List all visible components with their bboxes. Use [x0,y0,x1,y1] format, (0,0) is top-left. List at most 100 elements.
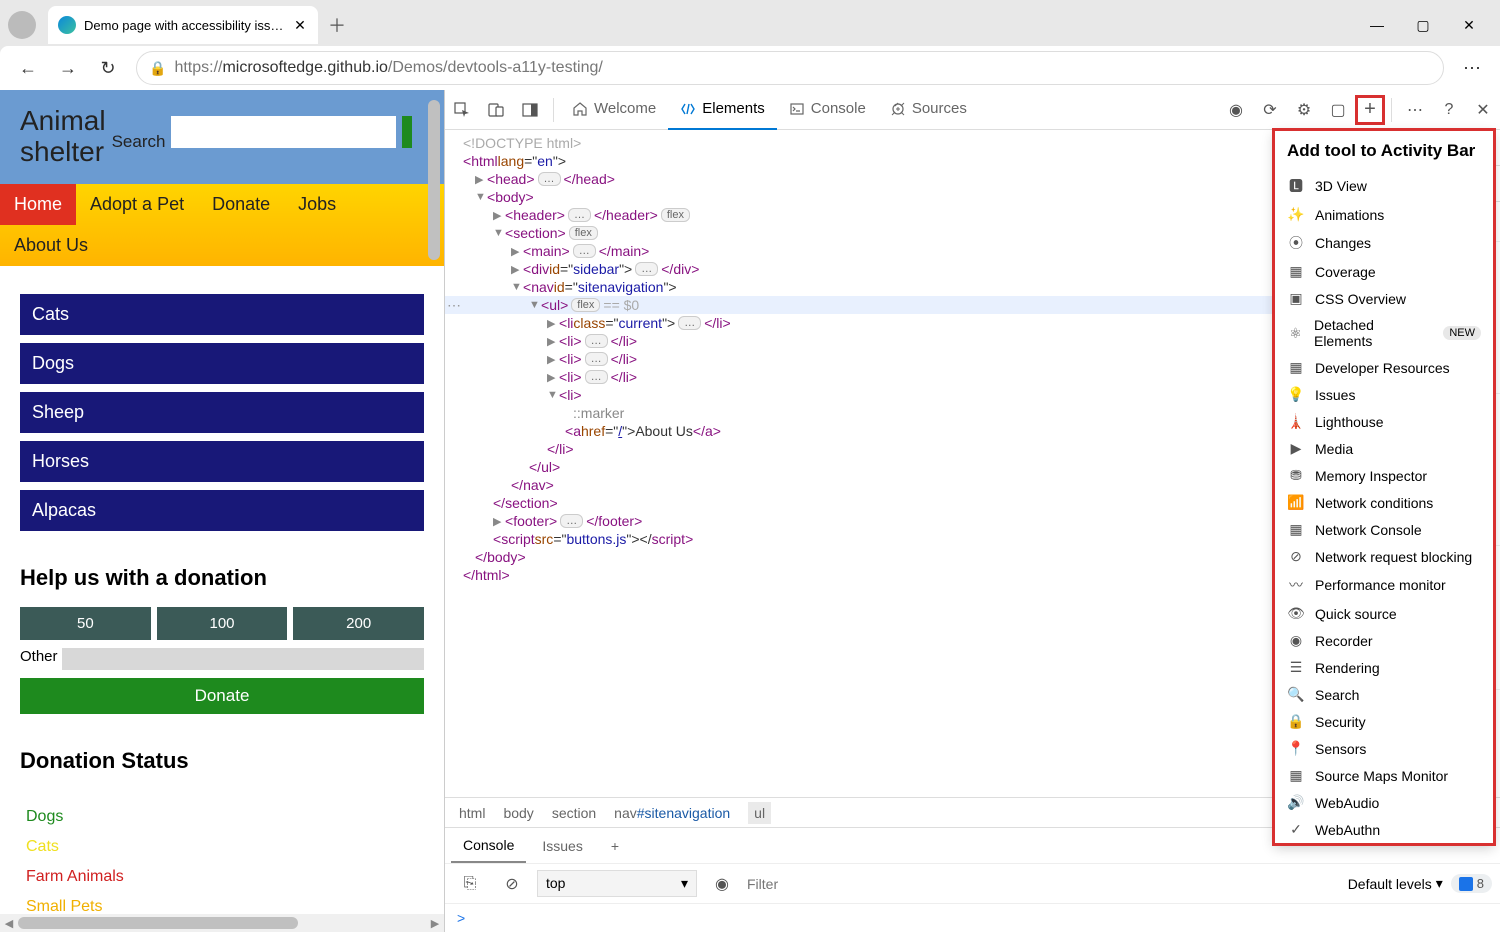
wifi-icon[interactable]: ◉ [1219,90,1253,130]
url-text: https://microsoftedge.github.io/Demos/de… [174,59,602,77]
tool-icon: 👁 [1287,605,1305,622]
tool-icon: ▦ [1287,359,1305,376]
tool-icon: ▦ [1287,767,1305,784]
tool-menu-item[interactable]: 💡Issues [1275,381,1493,408]
app-icon[interactable]: ▢ [1321,90,1355,130]
tool-menu-item[interactable]: ▦Network Console [1275,516,1493,543]
donation-amount-button[interactable]: 50 [20,607,151,640]
new-tab-button[interactable]: ＋ [322,10,352,40]
close-tab-icon[interactable]: ✕ [292,17,308,33]
tab-welcome[interactable]: Welcome [560,90,668,130]
tool-menu-item[interactable]: 👁Quick source [1275,600,1493,627]
back-button[interactable]: ← [10,50,46,86]
page-content: Animalshelter Search HomeAdopt a PetDona… [0,90,444,932]
tab-elements[interactable]: Elements [668,90,777,130]
maximize-icon[interactable]: ▢ [1400,9,1446,41]
tool-menu-item[interactable]: ⚛Detached ElementsNEW [1275,312,1493,354]
nav-item[interactable]: Adopt a Pet [76,184,198,225]
sidebar-toggle-icon[interactable]: ⎘ [453,864,487,904]
dom-tree[interactable]: <!DOCTYPE html> <html lang="en"> ▶<head>… [445,130,1412,797]
tool-menu-item[interactable]: ▦Developer Resources [1275,354,1493,381]
search-input[interactable] [171,116,396,148]
minimize-icon[interactable]: — [1354,9,1400,41]
tool-menu-item[interactable]: ✨Animations [1275,201,1493,228]
tool-menu-item[interactable]: ▣CSS Overview [1275,285,1493,312]
tab-console[interactable]: Console [777,90,878,130]
dock-icon[interactable] [513,90,547,130]
tool-menu-item[interactable]: ◉Recorder [1275,627,1493,654]
tool-menu-item[interactable]: ⊘Network request blocking [1275,543,1493,570]
device-icon[interactable] [479,90,513,130]
console-filter-input[interactable] [747,876,887,892]
gear-icon[interactable]: ⚙ [1287,90,1321,130]
donation-amount-button[interactable]: 200 [293,607,424,640]
more-icon[interactable]: ⋯ [1398,90,1432,130]
drawer-console-tab[interactable]: Console [451,829,526,863]
scope-select[interactable]: top▾ [537,870,697,897]
tool-menu-item[interactable]: ▶Media [1275,435,1493,462]
donation-amount-button[interactable]: 100 [157,607,288,640]
tool-menu-item[interactable]: ▦Coverage [1275,258,1493,285]
tool-menu-item[interactable]: 🔒Security [1275,708,1493,735]
refresh-button[interactable]: ↻ [90,50,126,86]
donation-header: Help us with a donation [20,565,424,591]
donate-button[interactable]: Donate [20,678,424,714]
tool-menu-item[interactable]: 🔊WebAudio [1275,789,1493,816]
address-bar[interactable]: 🔒 https://microsoftedge.github.io/Demos/… [136,51,1444,85]
tool-menu-item[interactable]: 🅻3D View [1275,171,1493,201]
help-icon[interactable]: ? [1432,90,1466,130]
tool-menu-item[interactable]: ✓WebAuthn [1275,816,1493,843]
clear-console-icon[interactable]: ⊘ [495,864,529,904]
status-item: Dogs [20,802,424,832]
tool-menu-item[interactable]: 📶Network conditions [1275,489,1493,516]
tool-icon: ☰ [1287,659,1305,676]
tool-menu-item[interactable]: 🔍Search [1275,681,1493,708]
tool-icon: 📶 [1287,494,1305,511]
tool-icon: ▣ [1287,290,1305,307]
issues-count[interactable]: 8 [1451,874,1492,893]
inspect-icon[interactable] [445,90,479,130]
tab-sources[interactable]: Sources [878,90,979,130]
animal-button[interactable]: Dogs [20,343,424,384]
nav-item[interactable]: Jobs [284,184,350,225]
site-header: Animalshelter Search [0,90,444,184]
browser-tab[interactable]: Demo page with accessibility issues ✕ [48,6,318,44]
tool-icon: 🅻 [1287,176,1305,196]
console-prompt[interactable]: > [445,904,1500,932]
tool-icon: ▦ [1287,263,1305,280]
drawer-add-tab[interactable]: + [599,830,631,862]
tab-title: Demo page with accessibility issues [84,18,284,33]
vertical-scrollbar[interactable] [428,90,442,932]
tool-menu-item[interactable]: ▦Source Maps Monitor [1275,762,1493,789]
add-tool-button[interactable]: + [1355,95,1385,125]
drawer-issues-tab[interactable]: Issues [530,830,594,862]
tool-menu-item[interactable]: ⦿Changes [1275,228,1493,258]
nav-item[interactable]: Donate [198,184,284,225]
tool-menu-item[interactable]: 🗼Lighthouse [1275,408,1493,435]
animal-button[interactable]: Sheep [20,392,424,433]
close-devtools-icon[interactable]: ✕ [1466,90,1500,130]
tool-menu-item[interactable]: 〰Performance monitor [1275,570,1493,600]
profile-icon[interactable] [8,11,36,39]
animal-button[interactable]: Horses [20,441,424,482]
nav-item[interactable]: About Us [0,225,102,266]
tool-icon: 🗼 [1287,413,1305,430]
site-title: Animalshelter [20,106,106,168]
other-amount-input[interactable] [62,648,424,670]
tool-icon: 📍 [1287,740,1305,757]
menu-button[interactable]: ⋯ [1454,50,1490,86]
tool-menu-item[interactable]: ☰Rendering [1275,654,1493,681]
close-window-icon[interactable]: ✕ [1446,9,1492,41]
animal-button[interactable]: Alpacas [20,490,424,531]
horizontal-scrollbar[interactable]: ◀ ▶ [0,914,444,932]
tool-icon: ▶ [1287,440,1305,457]
nav-item[interactable]: Home [0,184,76,225]
animal-button[interactable]: Cats [20,294,424,335]
log-levels[interactable]: Default levels ▾ [1348,875,1443,892]
tool-menu-item[interactable]: ⛃Memory Inspector [1275,462,1493,489]
eye-icon[interactable]: ◉ [705,864,739,904]
perf-icon[interactable]: ⟳ [1253,90,1287,130]
tool-menu-item[interactable]: 📍Sensors [1275,735,1493,762]
search-button[interactable] [402,116,412,148]
forward-button[interactable]: → [50,50,86,86]
